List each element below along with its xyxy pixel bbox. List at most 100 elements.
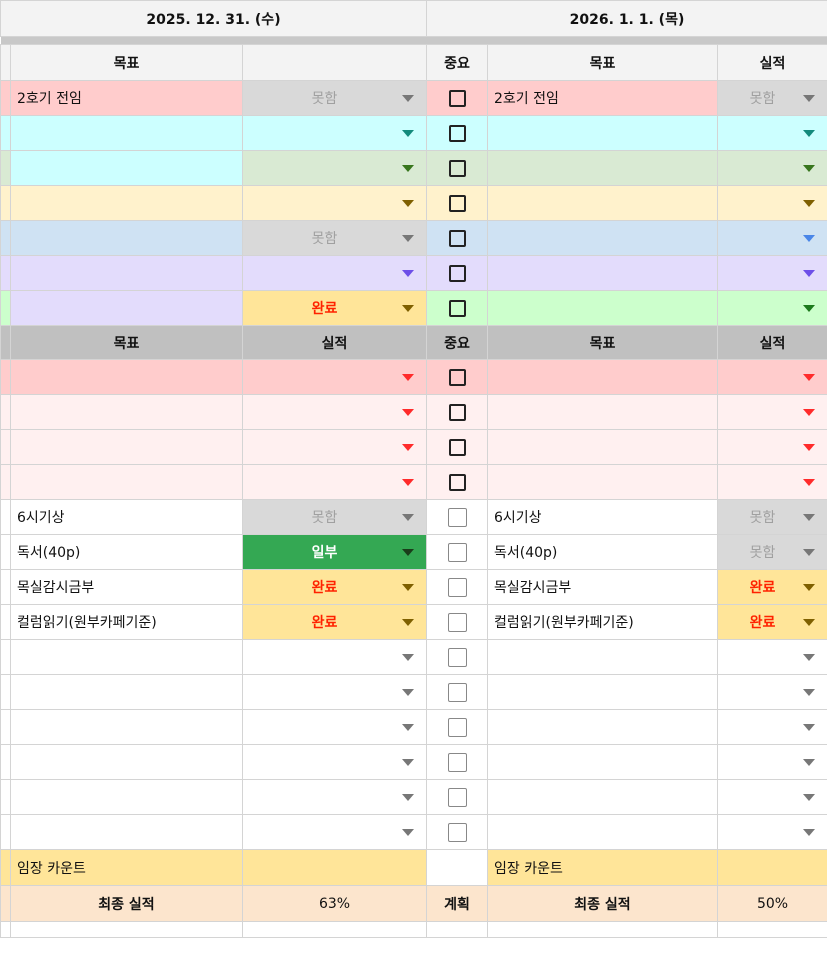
- dropdown-arrow-icon[interactable]: [803, 374, 816, 381]
- important-checkbox[interactable]: [448, 299, 466, 317]
- left-goal-cell[interactable]: [10, 220, 243, 256]
- right-goal-cell[interactable]: 독서(40p): [487, 534, 718, 570]
- left-result-dropdown[interactable]: [242, 150, 427, 186]
- right-result-dropdown[interactable]: [716, 115, 827, 151]
- left-goal-cell[interactable]: [10, 150, 243, 186]
- right-goal-cell[interactable]: [487, 115, 718, 151]
- right-result-dropdown[interactable]: [716, 674, 827, 710]
- dropdown-arrow-icon[interactable]: [402, 235, 414, 242]
- left-goal-cell[interactable]: [10, 464, 243, 500]
- dropdown-arrow-icon[interactable]: [803, 305, 816, 312]
- right-result-dropdown[interactable]: [716, 220, 827, 256]
- dropdown-arrow-icon[interactable]: [803, 165, 816, 172]
- right-result-dropdown[interactable]: [716, 779, 827, 815]
- important-checkbox[interactable]: [448, 229, 466, 247]
- right-result-dropdown[interactable]: [716, 150, 827, 186]
- left-goal-cell[interactable]: [10, 674, 243, 710]
- right-goal-cell[interactable]: [487, 150, 718, 186]
- left-result-dropdown[interactable]: [242, 255, 427, 291]
- left-goal-cell[interactable]: 2호기 전임: [10, 80, 243, 116]
- right-goal-cell[interactable]: [487, 814, 718, 850]
- left-goal-cell[interactable]: 컬럼읽기(원부카페기준): [10, 604, 243, 640]
- right-result-dropdown[interactable]: [716, 255, 827, 291]
- important-checkbox[interactable]: [448, 473, 466, 491]
- important-checkbox[interactable]: [447, 822, 467, 842]
- left-result-dropdown[interactable]: [242, 709, 427, 745]
- right-goal-cell[interactable]: [487, 220, 718, 256]
- dropdown-arrow-icon[interactable]: [803, 549, 816, 556]
- left-goal-cell[interactable]: [10, 709, 243, 745]
- dropdown-arrow-icon[interactable]: [803, 794, 816, 801]
- left-result-dropdown[interactable]: 못함: [242, 80, 427, 116]
- left-result-dropdown[interactable]: [242, 359, 427, 395]
- right-result-dropdown[interactable]: [716, 359, 827, 395]
- important-checkbox[interactable]: [448, 368, 466, 386]
- right-goal-cell[interactable]: [487, 255, 718, 291]
- dropdown-arrow-icon[interactable]: [803, 444, 816, 451]
- left-result-dropdown[interactable]: [242, 115, 427, 151]
- cell[interactable]: [0, 921, 11, 938]
- right-count-label[interactable]: 임장 카운트: [487, 849, 718, 886]
- right-goal-cell[interactable]: [487, 779, 718, 815]
- dropdown-arrow-icon[interactable]: [803, 514, 816, 521]
- left-result-dropdown[interactable]: [242, 639, 427, 675]
- left-result-dropdown[interactable]: 완료: [242, 569, 427, 605]
- important-checkbox[interactable]: [448, 89, 466, 107]
- left-goal-cell[interactable]: [10, 115, 243, 151]
- dropdown-arrow-icon[interactable]: [803, 689, 816, 696]
- left-goal-cell[interactable]: [10, 779, 243, 815]
- left-result-dropdown[interactable]: 완료: [242, 604, 427, 640]
- dropdown-arrow-icon[interactable]: [803, 270, 816, 277]
- left-result-dropdown[interactable]: 완료: [242, 290, 427, 326]
- cell[interactable]: [426, 921, 488, 938]
- important-checkbox[interactable]: [448, 194, 466, 212]
- dropdown-arrow-icon[interactable]: [803, 95, 816, 102]
- left-goal-cell[interactable]: [10, 639, 243, 675]
- right-goal-cell[interactable]: [487, 744, 718, 780]
- right-result-dropdown[interactable]: 완료: [716, 569, 827, 605]
- right-goal-cell[interactable]: 6시기상: [487, 499, 718, 535]
- dropdown-arrow-icon[interactable]: [402, 479, 414, 486]
- left-result-dropdown[interactable]: [242, 464, 427, 500]
- dropdown-arrow-icon[interactable]: [803, 200, 816, 207]
- right-result-dropdown[interactable]: [716, 464, 827, 500]
- right-goal-cell[interactable]: [487, 185, 718, 221]
- right-result-dropdown[interactable]: [716, 394, 827, 430]
- dropdown-arrow-icon[interactable]: [402, 200, 414, 207]
- left-result-dropdown[interactable]: [242, 185, 427, 221]
- right-goal-cell[interactable]: [487, 464, 718, 500]
- right-result-dropdown[interactable]: 못함: [716, 499, 827, 535]
- right-goal-cell[interactable]: 목실감시금부: [487, 569, 718, 605]
- cell[interactable]: [716, 921, 827, 938]
- important-checkbox[interactable]: [448, 264, 466, 282]
- right-result-dropdown[interactable]: [716, 429, 827, 465]
- dropdown-arrow-icon[interactable]: [803, 724, 816, 731]
- dropdown-arrow-icon[interactable]: [402, 409, 414, 416]
- left-result-dropdown[interactable]: 일부: [242, 534, 427, 570]
- left-goal-cell[interactable]: [10, 185, 243, 221]
- dropdown-arrow-icon[interactable]: [803, 829, 816, 836]
- dropdown-arrow-icon[interactable]: [402, 165, 414, 172]
- left-result-dropdown[interactable]: [242, 814, 427, 850]
- right-result-dropdown[interactable]: [716, 639, 827, 675]
- cell[interactable]: [242, 921, 427, 938]
- important-checkbox[interactable]: [447, 507, 467, 527]
- cell[interactable]: [487, 921, 718, 938]
- left-goal-cell[interactable]: [10, 429, 243, 465]
- left-goal-cell[interactable]: [10, 744, 243, 780]
- dropdown-arrow-icon[interactable]: [402, 549, 414, 556]
- left-count-label[interactable]: 임장 카운트: [10, 849, 243, 886]
- dropdown-arrow-icon[interactable]: [402, 689, 414, 696]
- left-result-dropdown[interactable]: 못함: [242, 220, 427, 256]
- dropdown-arrow-icon[interactable]: [402, 374, 414, 381]
- dropdown-arrow-icon[interactable]: [803, 479, 816, 486]
- right-goal-cell[interactable]: 2호기 전임: [487, 80, 718, 116]
- left-result-dropdown[interactable]: [242, 429, 427, 465]
- dropdown-arrow-icon[interactable]: [402, 444, 414, 451]
- right-result-dropdown[interactable]: 완료: [716, 604, 827, 640]
- dropdown-arrow-icon[interactable]: [803, 759, 816, 766]
- dropdown-arrow-icon[interactable]: [803, 130, 816, 137]
- right-goal-cell[interactable]: [487, 359, 718, 395]
- left-goal-cell[interactable]: [10, 814, 243, 850]
- left-result-dropdown[interactable]: [242, 744, 427, 780]
